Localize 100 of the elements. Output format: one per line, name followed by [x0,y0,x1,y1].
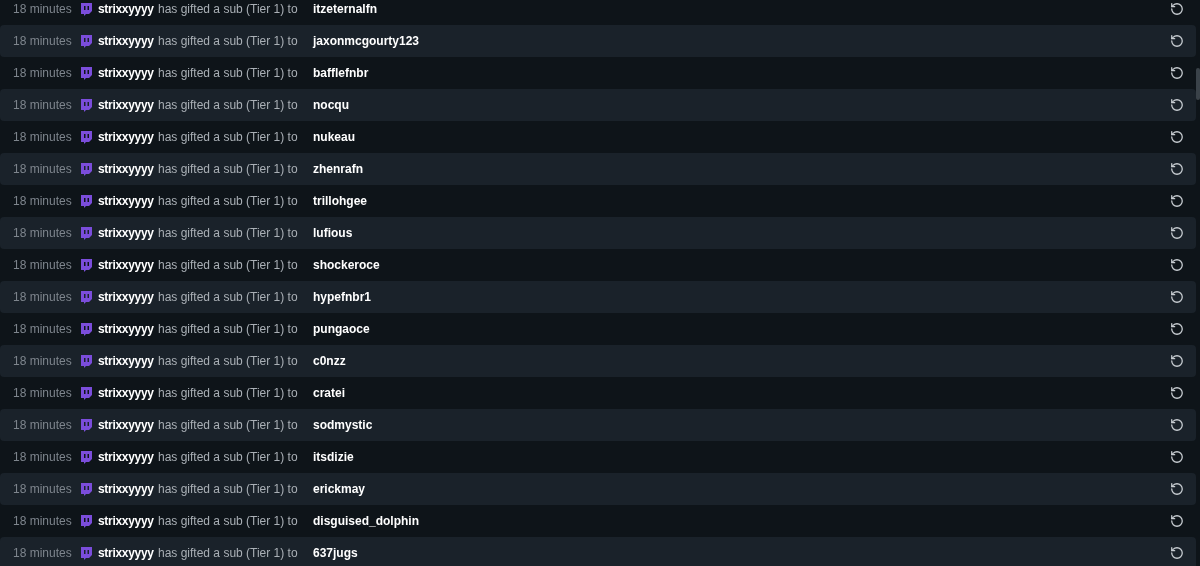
replay-button[interactable] [1168,416,1186,434]
chat-bubble-icon [80,226,92,240]
event-message: has gifted a sub (Tier 1) to [158,385,299,402]
replay-icon [1170,2,1184,16]
replay-icon [1170,322,1184,336]
recipient-name: disguised_dolphin [313,513,419,530]
event-message: has gifted a sub (Tier 1) to [158,97,299,114]
event-time: 18 minutes [13,161,73,178]
replay-button[interactable] [1168,0,1186,18]
replay-icon [1170,546,1184,560]
replay-button[interactable] [1168,256,1186,274]
replay-icon [1170,386,1184,400]
event-time: 18 minutes [13,545,73,562]
event-message: has gifted a sub (Tier 1) to [158,513,299,530]
sender-name: strixxyyyy [98,161,152,178]
replay-icon [1170,226,1184,240]
sender-name: strixxyyyy [98,545,152,562]
recipient-name: itzeternalfn [313,1,377,18]
event-time: 18 minutes [13,417,73,434]
chat-bubble-icon [80,258,92,272]
chat-bubble-icon [80,386,92,400]
event-message: has gifted a sub (Tier 1) to [158,225,299,242]
chat-bubble-icon [80,514,92,528]
chat-bubble-icon [80,98,92,112]
replay-button[interactable] [1168,96,1186,114]
replay-button[interactable] [1168,288,1186,306]
sender-name: strixxyyyy [98,257,152,274]
replay-icon [1170,66,1184,80]
event-time: 18 minutes [13,513,73,530]
event-message: has gifted a sub (Tier 1) to [158,193,299,210]
event-message: has gifted a sub (Tier 1) to [158,129,299,146]
event-time: 18 minutes [13,289,73,306]
chat-bubble-icon [80,66,92,80]
replay-button[interactable] [1168,64,1186,82]
chat-bubble-icon [80,34,92,48]
sender-name: strixxyyyy [98,225,152,242]
replay-icon [1170,98,1184,112]
chat-bubble-icon [80,354,92,368]
recipient-name: sodmystic [313,417,373,434]
event-time: 18 minutes [13,449,73,466]
chat-bubble-icon [80,290,92,304]
replay-button[interactable] [1168,544,1186,562]
event-message: has gifted a sub (Tier 1) to [158,353,299,370]
sender-name: strixxyyyy [98,385,152,402]
sender-name: strixxyyyy [98,321,152,338]
replay-button[interactable] [1168,224,1186,242]
event-message: has gifted a sub (Tier 1) to [158,33,299,50]
replay-icon [1170,130,1184,144]
chat-bubble-icon [80,2,92,16]
replay-button[interactable] [1168,32,1186,50]
event-message: has gifted a sub (Tier 1) to [158,545,299,562]
replay-button[interactable] [1168,480,1186,498]
event-message: has gifted a sub (Tier 1) to [158,65,299,82]
replay-button[interactable] [1168,160,1186,178]
recipient-name: itsdizie [313,449,354,466]
chat-bubble-icon [80,130,92,144]
replay-button[interactable] [1168,352,1186,370]
event-message: has gifted a sub (Tier 1) to [158,481,299,498]
recipient-name: zhenrafn [313,161,363,178]
event-time: 18 minutes [13,193,73,210]
chat-bubble-icon [80,194,92,208]
event-time: 18 minutes [13,1,73,18]
event-message: has gifted a sub (Tier 1) to [158,1,299,18]
recipient-name: erickmay [313,481,366,498]
event-message: has gifted a sub (Tier 1) to [158,417,299,434]
replay-button[interactable] [1168,320,1186,338]
replay-button[interactable] [1168,128,1186,146]
replay-icon [1170,34,1184,48]
event-time: 18 minutes [13,481,73,498]
replay-icon [1170,514,1184,528]
sender-name: strixxyyyy [98,481,152,498]
replay-button[interactable] [1168,192,1186,210]
replay-button[interactable] [1168,448,1186,466]
recipient-name: jaxonmcgourty123 [313,33,420,50]
replay-icon [1170,450,1184,464]
event-message: has gifted a sub (Tier 1) to [158,449,299,466]
replay-button[interactable] [1168,512,1186,530]
replay-icon [1170,290,1184,304]
chat-bubble-icon [80,450,92,464]
sender-name: strixxyyyy [98,129,152,146]
recipient-name: lufious [313,225,353,242]
sender-name: strixxyyyy [98,289,152,306]
replay-icon [1170,258,1184,272]
replay-icon [1170,482,1184,496]
scrollbar-thumb[interactable] [1196,68,1200,100]
event-time: 18 minutes [13,385,73,402]
sender-name: strixxyyyy [98,417,152,434]
replay-icon [1170,194,1184,208]
sender-name: strixxyyyy [98,353,152,370]
event-time: 18 minutes [13,129,73,146]
event-time: 18 minutes [13,65,73,82]
sender-name: strixxyyyy [98,65,152,82]
replay-button[interactable] [1168,384,1186,402]
sender-name: strixxyyyy [98,1,152,18]
event-time: 18 minutes [13,321,73,338]
event-message: has gifted a sub (Tier 1) to [158,289,299,306]
recipient-name: cratei [313,385,346,402]
recipient-name: pungaoce [313,321,370,338]
recipient-name: 637jugs [313,545,358,562]
chat-bubble-icon [80,546,92,560]
